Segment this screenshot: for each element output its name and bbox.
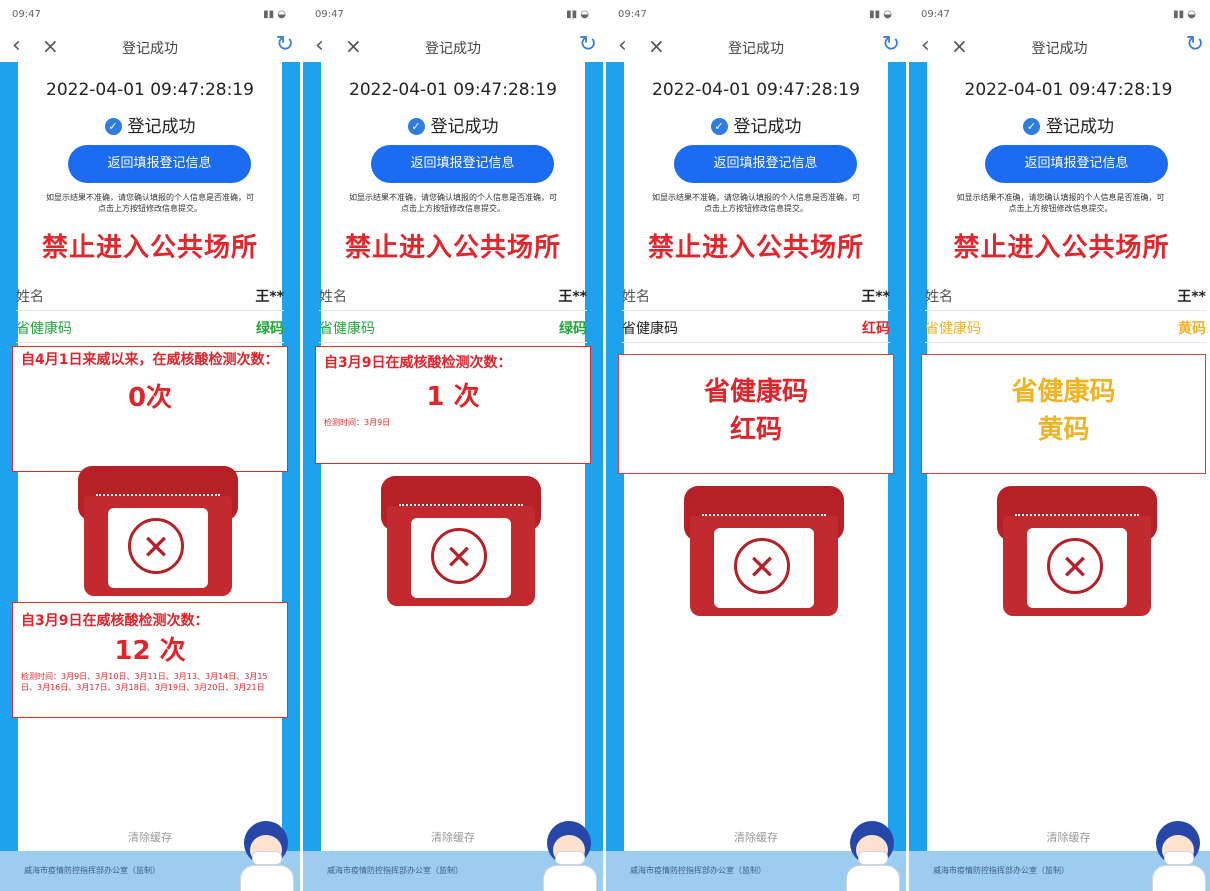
status-bar: 09:47 ▮▮ ◒ — [606, 0, 906, 30]
health-code-status: 黄码 — [1037, 415, 1090, 445]
name-row: 姓名 王** — [16, 280, 284, 311]
success-label: ✓ 登记成功 — [18, 112, 282, 137]
entry-ban-banner: 禁止进入公共场所 — [953, 233, 1170, 263]
entry-ban-banner: 禁止进入公共场所 — [344, 233, 561, 263]
battery-icon: ▮▮ ◒ — [566, 9, 589, 20]
battery-icon: ▮▮ ◒ — [869, 9, 892, 20]
test-count: 12 次 — [114, 636, 186, 666]
return-button[interactable]: 返回填报登记信息 — [985, 145, 1168, 183]
return-button[interactable]: 返回填报登记信息 — [68, 145, 251, 183]
status-bar: 09:47 ▮▮ ◒ — [0, 0, 300, 30]
name-row: 姓名 王** — [319, 280, 587, 311]
content-area: 2022-04-01 09:47:28:19 ✓ 登记成功 返回填报登记信息 如显… — [909, 62, 1210, 891]
denied-ticket-icon: ✕ — [381, 476, 541, 606]
phone-screen-1: 09:47 ▮▮ ◒ ‹ × 登记成功 ↻ 2022-04-01 09:47:2… — [0, 0, 300, 891]
doctor-mascot-icon — [537, 821, 601, 891]
success-label: ✓ 登记成功 — [927, 112, 1210, 137]
success-label: ✓ 登记成功 — [321, 112, 585, 137]
return-button[interactable]: 返回填报登记信息 — [674, 145, 857, 183]
datetime: 2022-04-01 09:47:28:19 — [46, 80, 254, 100]
code-row: 省健康码 绿码 — [319, 312, 587, 343]
side-stripe — [909, 62, 927, 891]
side-stripe — [585, 62, 603, 891]
test-count-header: 自3月9日在威核酸检测次数： — [21, 613, 209, 629]
test-count-header: 自4月1日来威以来，在威核酸检测次数： — [21, 352, 279, 368]
datetime: 2022-04-01 09:47:28:19 — [652, 80, 860, 100]
page-title: 登记成功 — [122, 41, 178, 57]
test-count-box: 自3月9日在威核酸检测次数： 1 次 检测时间：3月9日 — [315, 346, 591, 464]
side-stripe — [282, 62, 300, 891]
test-count-header: 自3月9日在威核酸检测次数： — [324, 355, 512, 371]
check-icon: ✓ — [710, 118, 728, 135]
notice-text: 如显示结果不准确，请您确认填报的个人信息是否准确，可 点击上方按钮修改信息提交。 — [652, 193, 860, 213]
code-row: 省健康码 绿码 — [16, 312, 284, 343]
entry-ban-banner: 禁止进入公共场所 — [41, 233, 258, 263]
check-icon: ✓ — [407, 118, 425, 135]
content-area: 2022-04-01 09:47:28:19 ✓ 登记成功 返回填报登记信息 如显… — [303, 62, 603, 891]
refresh-icon[interactable]: ↻ — [276, 32, 294, 57]
notice-text: 如显示结果不准确，请您确认填报的个人信息是否准确，可 点击上方按钮修改信息提交。 — [956, 193, 1165, 213]
denied-ticket-icon: ✕ — [997, 486, 1157, 616]
health-code-box: 省健康码 红码 — [618, 354, 894, 474]
test-dates: 检测时间：3月9日、3月10日、3月11日、3月13、3月14日、3月15日、3… — [21, 672, 268, 692]
title-bar: ‹ × 登记成功 ↻ — [0, 30, 300, 62]
test-count-box: 自4月1日来威以来，在威核酸检测次数： 0次 — [12, 346, 288, 472]
denied-ticket-icon: ✕ — [78, 466, 238, 596]
test-count: 1 次 — [426, 382, 480, 412]
return-button[interactable]: 返回填报登记信息 — [371, 145, 554, 183]
status-time: 09:47 — [921, 9, 950, 20]
entry-ban-banner: 禁止进入公共场所 — [647, 233, 864, 263]
check-icon: ✓ — [104, 118, 122, 135]
datetime: 2022-04-01 09:47:28:19 — [349, 80, 557, 100]
phone-screen-4: 09:47 ▮▮ ◒ ‹ × 登记成功 ↻ 2022-04-01 09:47:2… — [909, 0, 1210, 891]
refresh-icon[interactable]: ↻ — [579, 32, 597, 57]
status-time: 09:47 — [12, 9, 41, 20]
status-time: 09:47 — [618, 9, 647, 20]
status-time: 09:47 — [315, 9, 344, 20]
status-bar: 09:47 ▮▮ ◒ — [909, 0, 1210, 30]
content-area: 2022-04-01 09:47:28:19 ✓ 登记成功 返回填报登记信息 如显… — [0, 62, 300, 891]
test-count-box: 自3月9日在威核酸检测次数： 12 次 检测时间：3月9日、3月10日、3月11… — [12, 602, 288, 718]
status-bar: 09:47 ▮▮ ◒ — [303, 0, 603, 30]
doctor-mascot-icon — [1146, 821, 1210, 891]
notice-text: 如显示结果不准确，请您确认填报的个人信息是否准确，可 点击上方按钮修改信息提交。 — [349, 193, 557, 213]
title-bar: ‹ × 登记成功 ↻ — [303, 30, 603, 62]
side-stripe — [606, 62, 624, 891]
datetime: 2022-04-01 09:47:28:19 — [964, 80, 1173, 100]
battery-icon: ▮▮ ◒ — [1173, 9, 1196, 20]
success-label: ✓ 登记成功 — [624, 112, 888, 137]
page-title: 登记成功 — [1031, 41, 1088, 57]
phone-screen-2: 09:47 ▮▮ ◒ ‹ × 登记成功 ↻ 2022-04-01 09:47:2… — [303, 0, 603, 891]
battery-icon: ▮▮ ◒ — [263, 9, 286, 20]
health-code-status: 红码 — [729, 415, 782, 445]
name-row: 姓名 王** — [622, 280, 890, 311]
side-stripe — [303, 62, 321, 891]
test-dates: 检测时间：3月9日 — [324, 418, 391, 427]
title-bar: ‹ × 登记成功 ↻ — [606, 30, 906, 62]
notice-text: 如显示结果不准确，请您确认填报的个人信息是否准确，可 点击上方按钮修改信息提交。 — [46, 193, 254, 213]
refresh-icon[interactable]: ↻ — [1186, 32, 1204, 57]
code-row: 省健康码 红码 — [622, 312, 890, 343]
content-area: 2022-04-01 09:47:28:19 ✓ 登记成功 返回填报登记信息 如显… — [606, 62, 906, 891]
title-bar: ‹ × 登记成功 ↻ — [909, 30, 1210, 62]
side-stripe — [888, 62, 906, 891]
health-code-title: 省健康码 — [703, 377, 808, 407]
code-row: 省健康码 黄码 — [925, 312, 1206, 343]
test-count: 0次 — [127, 383, 173, 413]
page-title: 登记成功 — [728, 41, 784, 57]
denied-ticket-icon: ✕ — [684, 486, 844, 616]
health-code-title: 省健康码 — [1011, 377, 1116, 407]
check-icon: ✓ — [1023, 118, 1040, 135]
side-stripe — [0, 62, 18, 891]
refresh-icon[interactable]: ↻ — [882, 32, 900, 57]
name-row: 姓名 王** — [925, 280, 1206, 311]
doctor-mascot-icon — [234, 821, 298, 891]
health-code-box: 省健康码 黄码 — [921, 354, 1206, 474]
page-title: 登记成功 — [425, 41, 481, 57]
phone-screen-3: 09:47 ▮▮ ◒ ‹ × 登记成功 ↻ 2022-04-01 09:47:2… — [606, 0, 906, 891]
doctor-mascot-icon — [840, 821, 904, 891]
